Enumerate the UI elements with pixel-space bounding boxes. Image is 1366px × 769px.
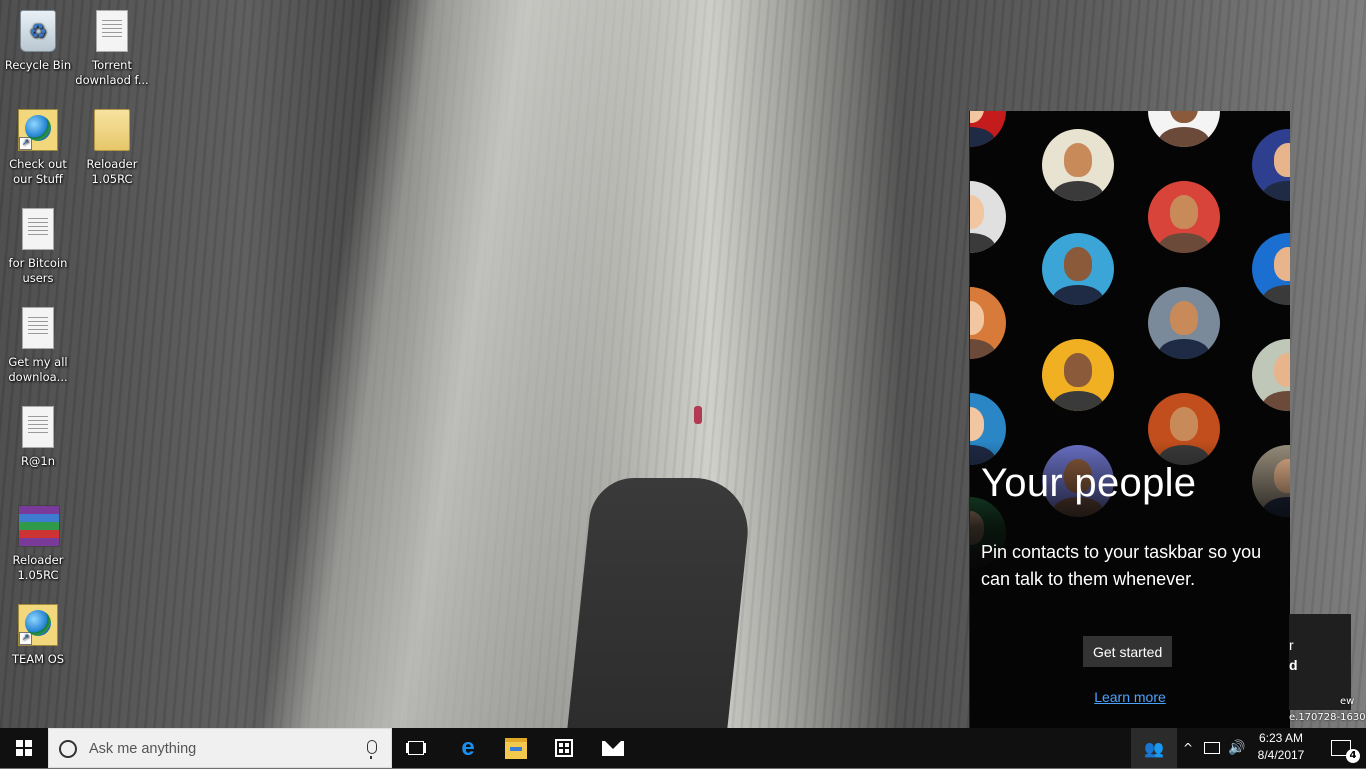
store-taskbar-button[interactable] [542,728,586,768]
internet-shortcut-icon: ↗ [18,109,58,153]
recycle-bin-icon: ♻ [18,10,58,54]
text-document-icon [92,10,132,54]
learn-more-link[interactable]: Learn more [970,689,1290,705]
contact-avatar [970,287,1006,359]
taskbar: e 👥 ^ 🔊 6:23 AM 8/4/2017 4 [0,728,1366,769]
contact-avatar [1042,129,1114,201]
edge-taskbar-button[interactable]: e [446,728,490,768]
desktop-icon-label: Recycle Bin [4,58,72,72]
desktop-icon-reloader-archive[interactable]: Reloader 1.05RC [0,499,76,593]
network-button[interactable] [1201,728,1223,768]
edge-icon: e [461,734,475,761]
build-watermark-bottom: e.170728-1630 [1289,712,1366,723]
desktop-icon-label: Get my all downloa... [8,355,68,384]
contact-avatar [1252,129,1290,201]
desktop-icon-label: Check out our Stuff [9,157,67,186]
contact-avatar [1252,233,1290,305]
build-watermark-top: ew [1340,696,1355,707]
desktop-icon-label: Reloader 1.05RC [12,553,64,582]
desktop-icon-bitcoin[interactable]: for Bitcoin users [0,202,76,296]
file-explorer-taskbar-button[interactable] [494,728,538,768]
toast-text-line2: d [1289,657,1298,673]
toast-text-line1: r [1289,637,1294,653]
taskbar-clock[interactable]: 6:23 AM 8/4/2017 [1250,730,1312,764]
people-description: Pin contacts to your taskbar so you can … [981,542,1262,589]
contact-avatar [1042,233,1114,305]
file-explorer-icon [505,737,527,759]
action-center-icon: 4 [1331,740,1360,763]
desktop-icon-label: R@1n [20,454,56,468]
chevron-up-icon: ^ [1182,741,1194,755]
windows-logo-icon [16,740,32,756]
contact-avatar [970,181,1006,253]
mail-taskbar-button[interactable] [591,728,635,768]
cortana-search-box[interactable] [48,728,392,769]
desktop-icon-reloader-folder[interactable]: Reloader 1.05RC [74,103,150,197]
cortana-icon [59,740,77,758]
desktop-icon-label: Reloader 1.05RC [86,157,138,186]
volume-icon: 🔊 [1228,740,1246,756]
folder-icon [92,109,132,153]
network-icon [1204,742,1220,754]
people-taskbar-button[interactable]: 👥 [1131,728,1177,768]
search-input[interactable] [87,729,351,769]
desktop-icon-label: Torrent downlaod f... [75,58,149,87]
show-hidden-icons-button[interactable]: ^ [1178,728,1198,768]
desktop-icon-check-out[interactable]: ↗ Check out our Stuff [0,103,76,197]
desktop-icon-r1n[interactable]: R@1n [0,400,76,494]
desktop-icon-torrent[interactable]: Torrent downlaod f... [74,4,150,98]
contact-avatar [1148,111,1220,147]
start-button[interactable] [0,728,48,768]
contact-avatar [1252,339,1290,411]
store-icon [555,739,573,757]
clock-time: 6:23 AM [1258,731,1304,745]
text-document-icon [18,406,58,450]
desktop-icon-label: TEAM OS [11,652,65,666]
people-title: Your people [981,461,1197,505]
action-center-button[interactable]: 4 [1318,728,1364,768]
contact-avatar [970,111,1006,147]
get-started-button[interactable]: Get started [1083,636,1173,667]
people-flyout: Your people Pin contacts to your taskbar… [969,111,1290,728]
desktop-icon-team-os[interactable]: ↗ TEAM OS [0,598,76,692]
mail-icon [602,740,624,756]
desktop-icon-label: for Bitcoin users [8,256,68,285]
text-document-icon [18,307,58,351]
wallpaper-climber [694,406,702,424]
contact-avatar [1148,181,1220,253]
volume-button[interactable]: 🔊 [1226,728,1248,768]
notification-count-badge: 4 [1346,749,1360,763]
people-icon: 👥 [1144,738,1164,758]
task-view-icon [408,741,424,755]
internet-shortcut-icon: ↗ [18,604,58,648]
task-view-button[interactable] [396,728,436,768]
microphone-icon[interactable] [367,740,377,759]
clock-date: 8/4/2017 [1257,748,1305,762]
contact-avatar [1148,287,1220,359]
desktop-icon-downloads[interactable]: Get my all downloa... [0,301,76,395]
winrar-archive-icon [18,505,60,549]
wallpaper-boulder [566,478,754,728]
contact-avatar [1042,339,1114,411]
text-document-icon [18,208,58,252]
desktop-icon-recycle-bin[interactable]: ♻ Recycle Bin [0,4,76,98]
